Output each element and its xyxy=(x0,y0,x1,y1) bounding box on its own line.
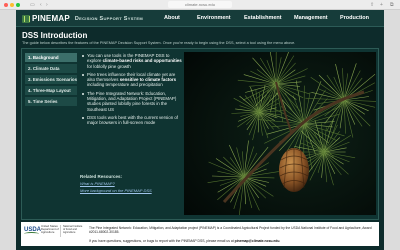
usda-name: United States Department of Agriculture xyxy=(41,224,59,235)
nav-about[interactable]: About xyxy=(164,15,180,21)
tabs-overview-icon[interactable]: ⧉ xyxy=(390,2,394,8)
back-icon[interactable]: ‹ xyxy=(40,2,42,8)
pine-branch-illustration xyxy=(184,52,376,215)
sidebar-item-three-map-layout[interactable]: 4. Three-Map Layout xyxy=(25,86,77,95)
site-subtitle: Decision Support System xyxy=(74,15,144,22)
window-controls xyxy=(4,3,20,7)
link-more-background[interactable]: More background on the PINEMAP DSS xyxy=(80,188,180,193)
nav-production[interactable]: Production xyxy=(340,15,369,21)
contact-line: If you have questions, suggestions, or b… xyxy=(89,239,281,243)
page-intro: The guide below describes the features o… xyxy=(22,41,296,45)
sidebar-item-climate-data[interactable]: 2. Climate Data xyxy=(25,64,77,73)
url-text: climate.ncsu.edu xyxy=(184,2,215,7)
bullet-item: DSS tools work best with the current ver… xyxy=(80,115,182,126)
new-tab-icon[interactable]: + xyxy=(380,2,383,8)
contact-email-link[interactable]: pinemap@climate.ncsu.edu xyxy=(235,239,280,243)
browser-toolbar: ▭ ‹ › climate.ncsu.edu ⇧ + ⧉ xyxy=(0,0,400,10)
sidebar-toggle-icon[interactable]: ▭ xyxy=(30,2,35,8)
intro-panel: 1. Background 2. Climate Data 3. Emissio… xyxy=(21,48,379,220)
bullet-item: The Pine Integrated Network: Education, … xyxy=(80,91,182,112)
bullet-item: Pine trees influence their local climate… xyxy=(80,72,182,88)
sidebar-item-time-series[interactable]: 5. Time Series xyxy=(25,97,77,106)
nav-establishment[interactable]: Establishment xyxy=(244,15,282,21)
pine-branch-photo xyxy=(184,52,376,215)
sidebar-item-emissions-scenarios[interactable]: 3. Emissions Scenarios xyxy=(25,75,77,84)
link-what-is-pinemap[interactable]: What is PINEMAP? xyxy=(80,181,180,186)
resources-heading: Related Resources: xyxy=(80,174,123,179)
close-window-button[interactable] xyxy=(4,3,8,7)
minimize-window-button[interactable] xyxy=(10,3,14,7)
site-page: PINEMAP Decision Support System About En… xyxy=(16,10,384,250)
usda-nifa-logo[interactable]: USDA United States Department of Agricul… xyxy=(24,224,84,241)
usda-badge: USDA xyxy=(24,227,42,233)
pinemap-logo[interactable]: PINEMAP Decision Support System xyxy=(22,13,143,24)
guide-sidebar: 1. Background 2. Climate Data 3. Emissio… xyxy=(25,53,77,108)
bullet-item: You can use tools in the PINEMAP DSS to … xyxy=(80,53,182,69)
background-info: You can use tools in the PINEMAP DSS to … xyxy=(80,53,182,169)
logo-text: PINEMAP xyxy=(32,14,70,23)
page-title: DSS Introduction xyxy=(22,31,88,40)
page-footer: USDA United States Department of Agricul… xyxy=(21,222,379,246)
sidebar-item-background[interactable]: 1. Background xyxy=(25,53,77,62)
share-icon[interactable]: ⇧ xyxy=(370,2,374,8)
zoom-window-button[interactable] xyxy=(16,3,20,7)
top-navigation: PINEMAP Decision Support System About En… xyxy=(16,10,384,27)
nifa-name: National Institute of Food and Agricultu… xyxy=(60,225,84,237)
pine-logo-icon xyxy=(22,14,30,23)
nav-environment[interactable]: Environment xyxy=(197,15,231,21)
nav-management[interactable]: Management xyxy=(294,15,328,21)
forward-icon[interactable]: › xyxy=(46,2,48,8)
funding-notice: The Pine Integrated Network: Education, … xyxy=(89,226,372,234)
related-resources: Related Resources: What is PINEMAP? More… xyxy=(80,174,180,195)
address-bar[interactable]: climate.ncsu.edu xyxy=(168,1,232,8)
background-bullets: You can use tools in the PINEMAP DSS to … xyxy=(80,53,182,126)
